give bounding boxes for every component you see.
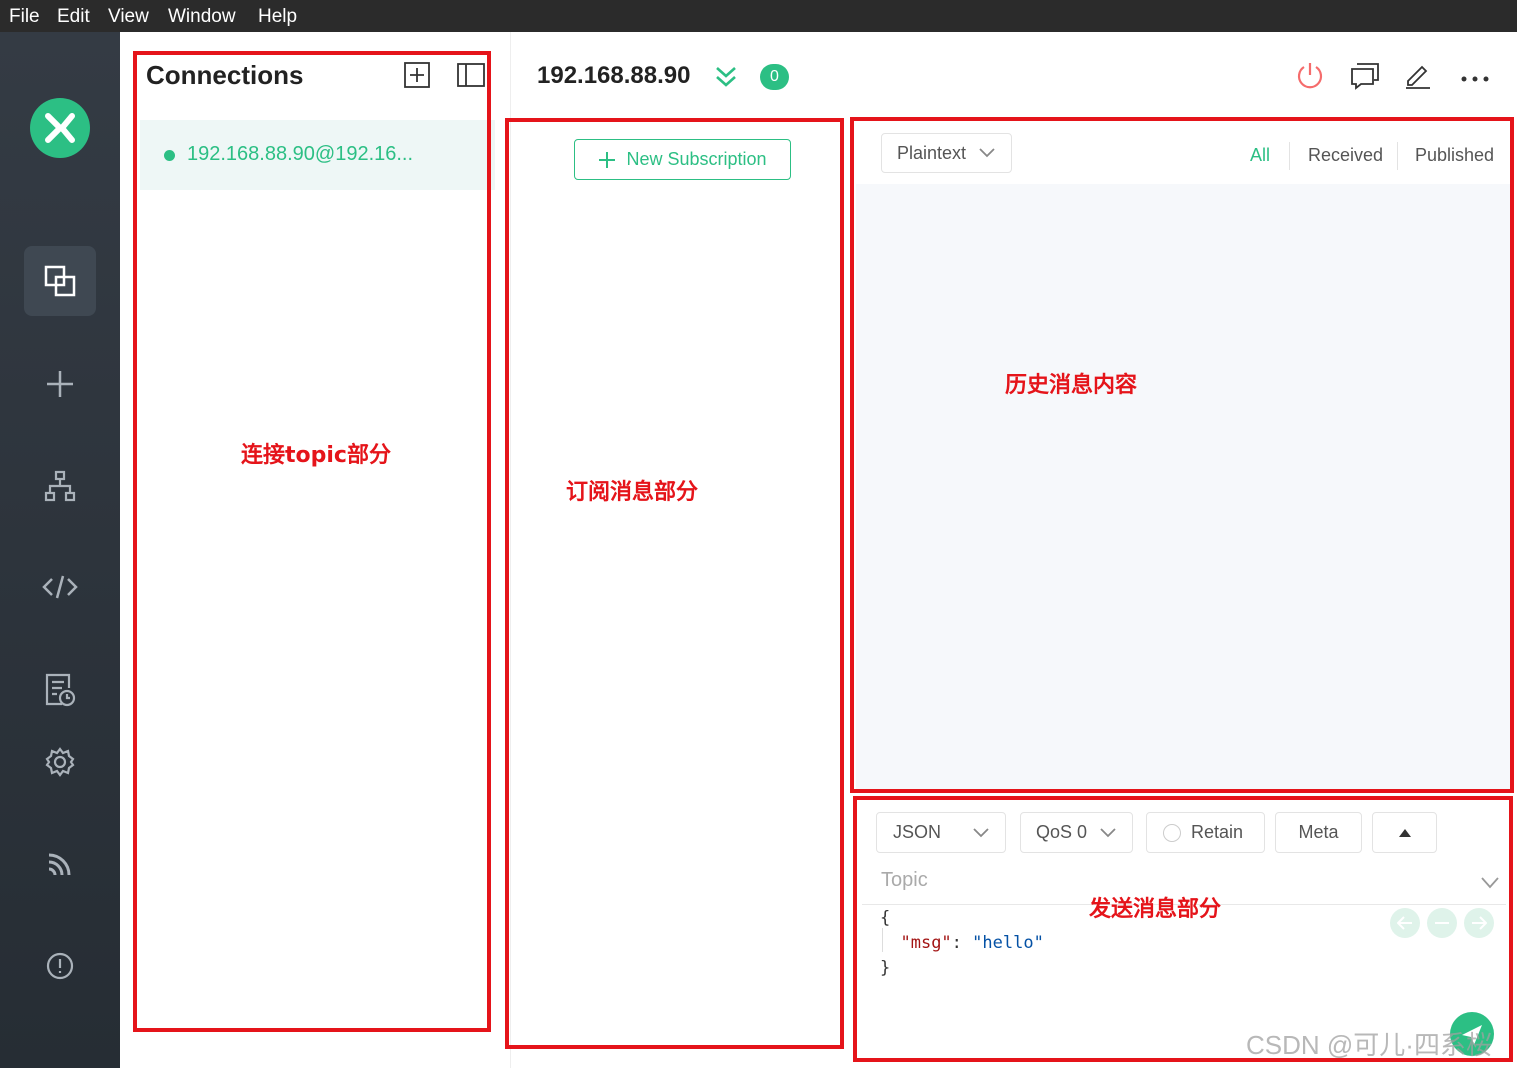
new-connection-nav-icon[interactable] [24, 349, 96, 419]
edit-pencil-icon[interactable] [1404, 61, 1432, 94]
message-count-badge: 0 [760, 64, 789, 90]
annotation-box-history [850, 117, 1514, 793]
annotation-box-publish [853, 796, 1513, 1062]
expand-chevrons-icon[interactable] [714, 64, 738, 95]
menu-edit[interactable]: Edit [57, 6, 90, 28]
app-logo-icon [30, 98, 90, 158]
connection-title: 192.168.88.90 [537, 62, 691, 89]
annotation-connections-label: 连接topic部分 [241, 443, 391, 468]
menu-help[interactable]: Help [258, 6, 297, 28]
about-info-icon[interactable] [24, 931, 96, 1001]
topology-nav-icon[interactable] [24, 451, 96, 521]
more-options-icon[interactable] [1460, 70, 1490, 88]
app-sidebar [0, 32, 120, 1068]
menu-view[interactable]: View [108, 6, 149, 28]
annotation-box-subscriptions [505, 118, 844, 1049]
disconnect-power-icon[interactable] [1296, 61, 1324, 96]
annotation-subscriptions-label: 订阅消息部分 [566, 480, 699, 505]
annotation-box-connections [133, 51, 491, 1032]
menu-file[interactable]: File [9, 6, 40, 28]
connections-nav-icon[interactable] [24, 246, 96, 316]
chat-bubbles-icon[interactable] [1350, 62, 1380, 95]
annotation-history-label: 历史消息内容 [1005, 373, 1138, 398]
menu-bar: File Edit View Window Help [0, 0, 1517, 32]
feed-nav-icon[interactable] [24, 829, 96, 899]
script-nav-icon[interactable] [24, 552, 96, 622]
watermark-text: CSDN @可儿·四系桜 [1246, 1030, 1492, 1060]
annotation-publish-label: 发送消息部分 [1089, 897, 1222, 922]
menu-window[interactable]: Window [168, 6, 236, 28]
settings-gear-icon[interactable] [24, 727, 96, 797]
log-nav-icon[interactable] [24, 655, 96, 725]
